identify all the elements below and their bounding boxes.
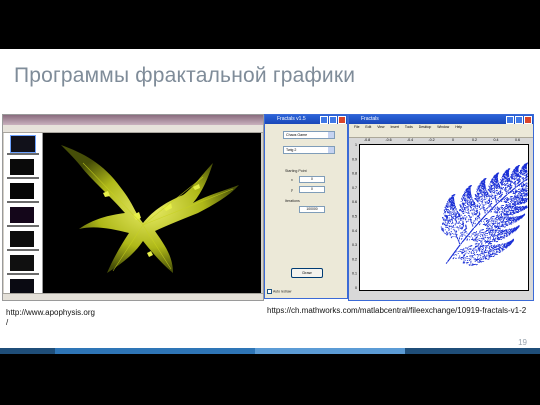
fractals-dialog-screenshot: Fractals v1.5 Chaos Game Twig 2 Starting… xyxy=(264,114,348,299)
y-tick-label: 0.2 xyxy=(352,257,357,261)
thumbnail-label xyxy=(7,153,39,155)
thumbnail[interactable] xyxy=(10,183,34,199)
menu-desktop[interactable]: Desktop xyxy=(419,125,431,129)
footer-bar-segment xyxy=(55,348,255,354)
iterations-input[interactable]: 100000 xyxy=(299,206,325,213)
thumbnail[interactable] xyxy=(10,135,36,153)
x-tick-label: -0.4 xyxy=(407,138,413,142)
x-label: x xyxy=(291,178,293,182)
thumbnail-label xyxy=(7,273,39,275)
apophysis-url-line1[interactable]: http://www.apophysis.org xyxy=(6,308,95,318)
apophysis-url-caption[interactable]: http://www.apophysis.org / xyxy=(6,308,95,328)
x-tick-label: 0.6 xyxy=(515,138,520,142)
thumbnail[interactable] xyxy=(10,231,34,247)
matlab-figure-screenshot: Fractals File Edit View Insert Tools Des… xyxy=(348,114,534,301)
checkbox-icon[interactable] xyxy=(267,289,272,294)
x-tick-label: 0.2 xyxy=(472,138,477,142)
fern-points xyxy=(440,162,528,266)
flame-fractal-image xyxy=(61,145,239,273)
y-input[interactable]: 0 xyxy=(299,186,325,193)
fern-plot xyxy=(440,162,528,266)
slide: Программы фрактальной графики Fractals v… xyxy=(0,49,540,354)
iterations-label: Iterations xyxy=(285,199,300,203)
slide-title: Программы фрактальной графики xyxy=(14,64,356,87)
matlab-toolbar xyxy=(349,130,533,138)
matlab-figure-title: Fractals xyxy=(361,116,379,122)
footer-bar xyxy=(0,348,540,354)
auto-redraw-label: Auto redraw xyxy=(273,289,292,294)
thumbnail[interactable] xyxy=(10,255,34,271)
x-tick-label: -0.6 xyxy=(385,138,391,142)
method-select-value: Chaos Game xyxy=(286,133,308,137)
menu-file[interactable]: File xyxy=(354,125,359,129)
menu-help[interactable]: Help xyxy=(455,125,462,129)
fractal-type-select-value: Twig 2 xyxy=(286,148,297,152)
apophysis-url-line2[interactable]: / xyxy=(6,318,95,328)
x-tick-label: -0.8 xyxy=(364,138,370,142)
chevron-down-icon[interactable] xyxy=(328,132,334,138)
footer-bar-segment xyxy=(255,348,405,354)
thumbnail-label xyxy=(7,225,39,227)
mathworks-url-caption[interactable]: https://ch.mathworks.com/matlabcentral/f… xyxy=(267,306,526,316)
y-tick-label: 0.8 xyxy=(352,172,357,176)
fern-plot-area xyxy=(359,144,529,291)
close-icon[interactable] xyxy=(338,116,346,124)
apophysis-thumbnail-list xyxy=(4,133,43,295)
method-select[interactable]: Chaos Game xyxy=(283,131,335,139)
x-input[interactable]: 0 xyxy=(299,176,325,183)
apophysis-toolbar xyxy=(3,115,263,125)
menu-view[interactable]: View xyxy=(377,125,384,129)
fractals-dialog-titlebar: Fractals v1.5 xyxy=(265,115,347,124)
apophysis-screenshot xyxy=(2,114,264,301)
page-number: 19 xyxy=(518,338,527,347)
footer-bar-segment xyxy=(405,348,540,354)
y-tick-label: 0.3 xyxy=(352,243,357,247)
thumbnail-label xyxy=(7,177,39,179)
thumbnail-label xyxy=(7,249,39,251)
matlab-figure-titlebar: Fractals xyxy=(349,115,533,124)
y-tick-label: 0.9 xyxy=(352,157,357,161)
starting-point-label: Starting Point xyxy=(285,169,307,173)
y-tick-label: 1 xyxy=(355,143,357,147)
y-tick-label: 0 xyxy=(355,286,357,290)
x-tick-label: 0.4 xyxy=(494,138,499,142)
apophysis-toolbar-icons xyxy=(3,125,263,133)
flame-fractal-canvas xyxy=(43,133,261,293)
draw-button[interactable]: Draw xyxy=(291,268,323,278)
x-tick-label: 0 xyxy=(452,138,454,142)
y-label: y xyxy=(291,188,293,192)
menu-insert[interactable]: Insert xyxy=(390,125,398,129)
auto-redraw-checkbox[interactable]: Auto redraw xyxy=(267,289,291,294)
apophysis-status-bar xyxy=(3,293,263,300)
close-icon[interactable] xyxy=(524,116,532,124)
thumbnail-label xyxy=(7,201,39,203)
fractals-dialog-title: Fractals v1.5 xyxy=(277,116,306,122)
footer-bar-segment xyxy=(0,348,55,354)
fractal-type-select[interactable]: Twig 2 xyxy=(283,146,335,154)
y-tick-label: 0.4 xyxy=(352,229,357,233)
x-tick-label: -0.2 xyxy=(428,138,434,142)
window-controls xyxy=(320,116,346,124)
thumbnail[interactable] xyxy=(10,159,34,175)
thumbnail[interactable] xyxy=(10,207,34,223)
menu-tools[interactable]: Tools xyxy=(405,125,413,129)
maximize-icon[interactable] xyxy=(515,116,523,124)
menu-window[interactable]: Window xyxy=(437,125,449,129)
y-tick-label: 0.7 xyxy=(352,186,357,190)
menu-edit[interactable]: Edit xyxy=(365,125,371,129)
minimize-icon[interactable] xyxy=(320,116,328,124)
y-tick-label: 0.1 xyxy=(352,272,357,276)
y-tick-label: 0.6 xyxy=(352,200,357,204)
maximize-icon[interactable] xyxy=(329,116,337,124)
window-controls xyxy=(506,116,532,124)
minimize-icon[interactable] xyxy=(506,116,514,124)
chevron-down-icon[interactable] xyxy=(328,147,334,153)
y-tick-label: 0.5 xyxy=(352,215,357,219)
